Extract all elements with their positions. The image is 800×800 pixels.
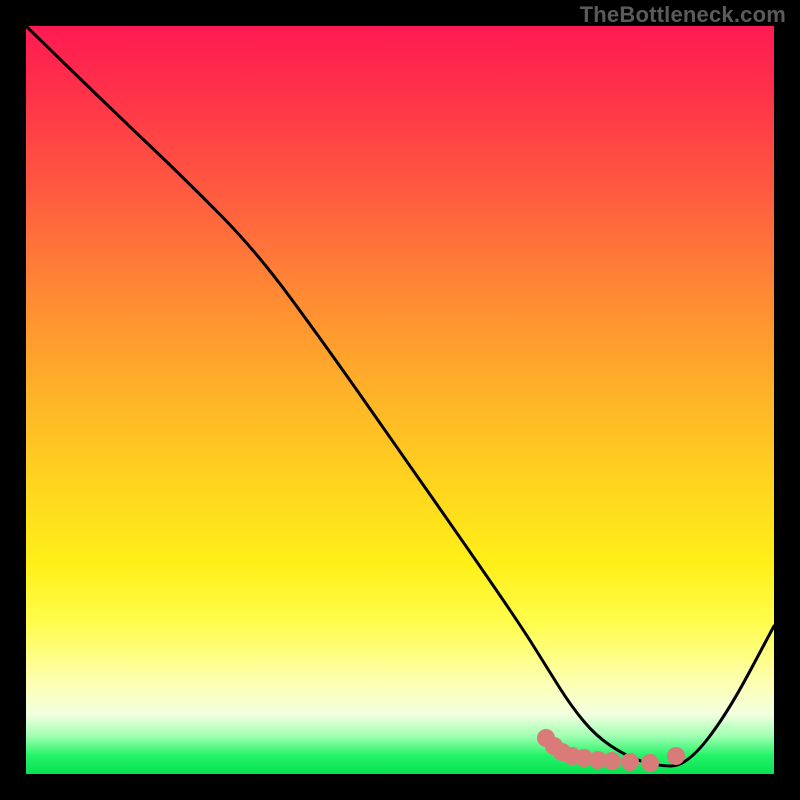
bottleneck-curve — [26, 26, 774, 766]
chart-frame: TheBottleneck.com — [0, 0, 800, 800]
watermark-text: TheBottleneck.com — [580, 2, 786, 28]
marker-cluster — [603, 752, 621, 770]
marker-cluster — [641, 754, 659, 772]
plot-area — [26, 26, 774, 774]
marker-cluster — [667, 747, 685, 765]
marker-cluster — [621, 753, 639, 771]
curve-layer — [26, 26, 774, 774]
